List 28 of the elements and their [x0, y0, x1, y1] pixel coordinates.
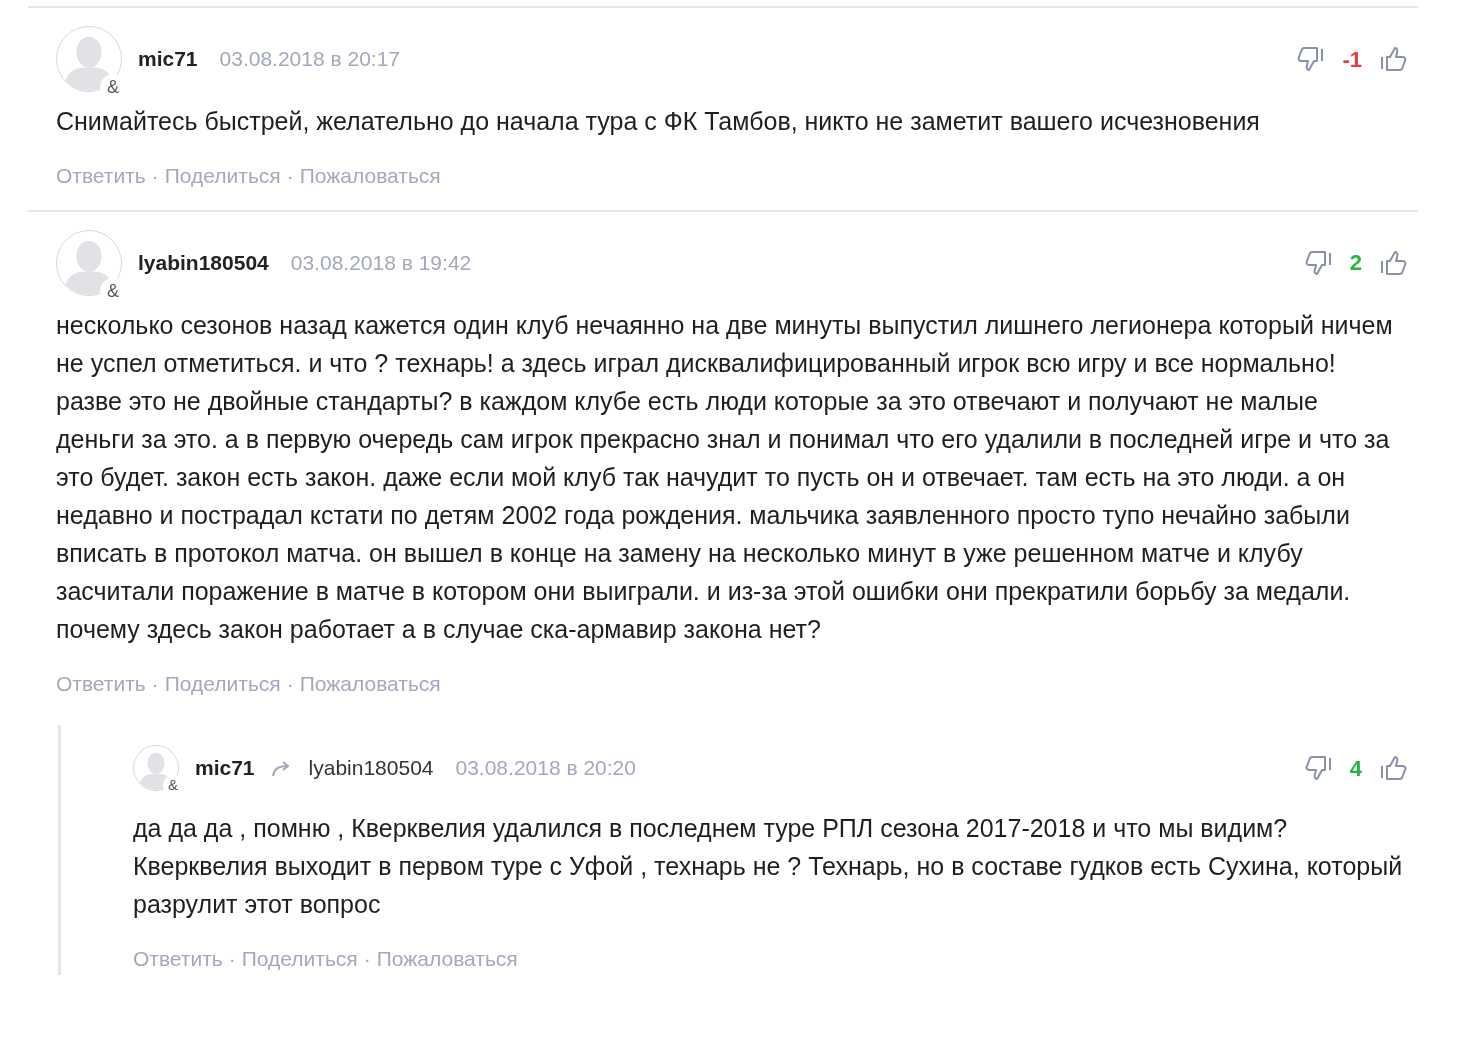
comment-action-link[interactable]: Поделиться — [241, 943, 358, 975]
username[interactable]: mic71 — [138, 43, 198, 75]
comment-action-link[interactable]: Ответить — [56, 160, 146, 192]
vote-score: 2 — [1349, 249, 1362, 277]
comment-action-link[interactable]: Ответить — [56, 667, 146, 699]
vote-score: -1 — [1342, 45, 1362, 74]
comment-action-link[interactable]: Поделиться — [164, 667, 281, 699]
separator-dot: · — [228, 946, 236, 972]
comment-action-link[interactable]: Пожаловаться — [299, 667, 441, 699]
vote-score: 4 — [1349, 754, 1362, 783]
separator-dot: · — [151, 163, 159, 189]
comment-date: 03.08.2018 в 20:20 — [455, 755, 636, 782]
comment-action-link[interactable]: Пожаловаться — [376, 943, 518, 975]
reply-to-username[interactable]: lyabin180504 — [308, 752, 434, 784]
comment-text: Снимайтесь быстрей, желательно до начала тура с ФК Тамбов, никто не заметит вашего исчезновения — [56, 106, 1261, 137]
comment-action-link[interactable]: Поделиться — [164, 160, 281, 192]
comment-date: 03.08.2018 в 19:42 — [290, 249, 472, 276]
separator-dot: · — [286, 163, 294, 189]
comment-text: несколько сезонов назад кажется один клуб нечаянно на две минуты выпустил лишнего легионера который ничем не успел отметиться. и что ? технарь! а здесь играл дисквалифицированный игрок всю игру и все нормально! разве это не двойные стандарты? в каждом клубе есть люди которые за это отвечают и получают не малые деньги за это. а в первую очередь сам игрок прекрасно знал и понимал что его удалили в последней игре и что за это будет. закон есть закон. даже если мой клуб так начудит то пусть он и отвечает. там есть на это люди. а он недавно и пострадал кстати по детям 2002 года рождения. мальчика заявленного просто тупо нечайно забыли вписать в протокол матча. он вышел в конце на замену на несколько минут в уже решенном матче и клубу засчитали поражение в матче в котором они выиграли. и из-за этой ошибки они прекратили борьбу за медали. почему здесь закон работает а в случае ска-армавир закона нет? — [56, 309, 1394, 645]
separator-dot: · — [286, 670, 294, 697]
separator-dot: · — [363, 946, 371, 972]
username[interactable]: lyabin180504 — [138, 246, 269, 279]
username[interactable]: mic71 — [195, 752, 255, 784]
comment-action-link[interactable]: Пожаловаться — [299, 160, 441, 192]
separator-dot: · — [151, 670, 159, 697]
comment-action-link[interactable]: Ответить — [133, 943, 223, 975]
comment-date: 03.08.2018 в 20:17 — [219, 46, 401, 73]
comment-text: да да да , помню , Кверквелия удалился в последнем туре РПЛ сезона 2017-2018 и что мы видим? Кверквелия выходит в первом туре с Уфой , технарь не ? Технарь, но в составе гудков есть Сухина, который разрулит этот вопрос — [133, 813, 1404, 920]
